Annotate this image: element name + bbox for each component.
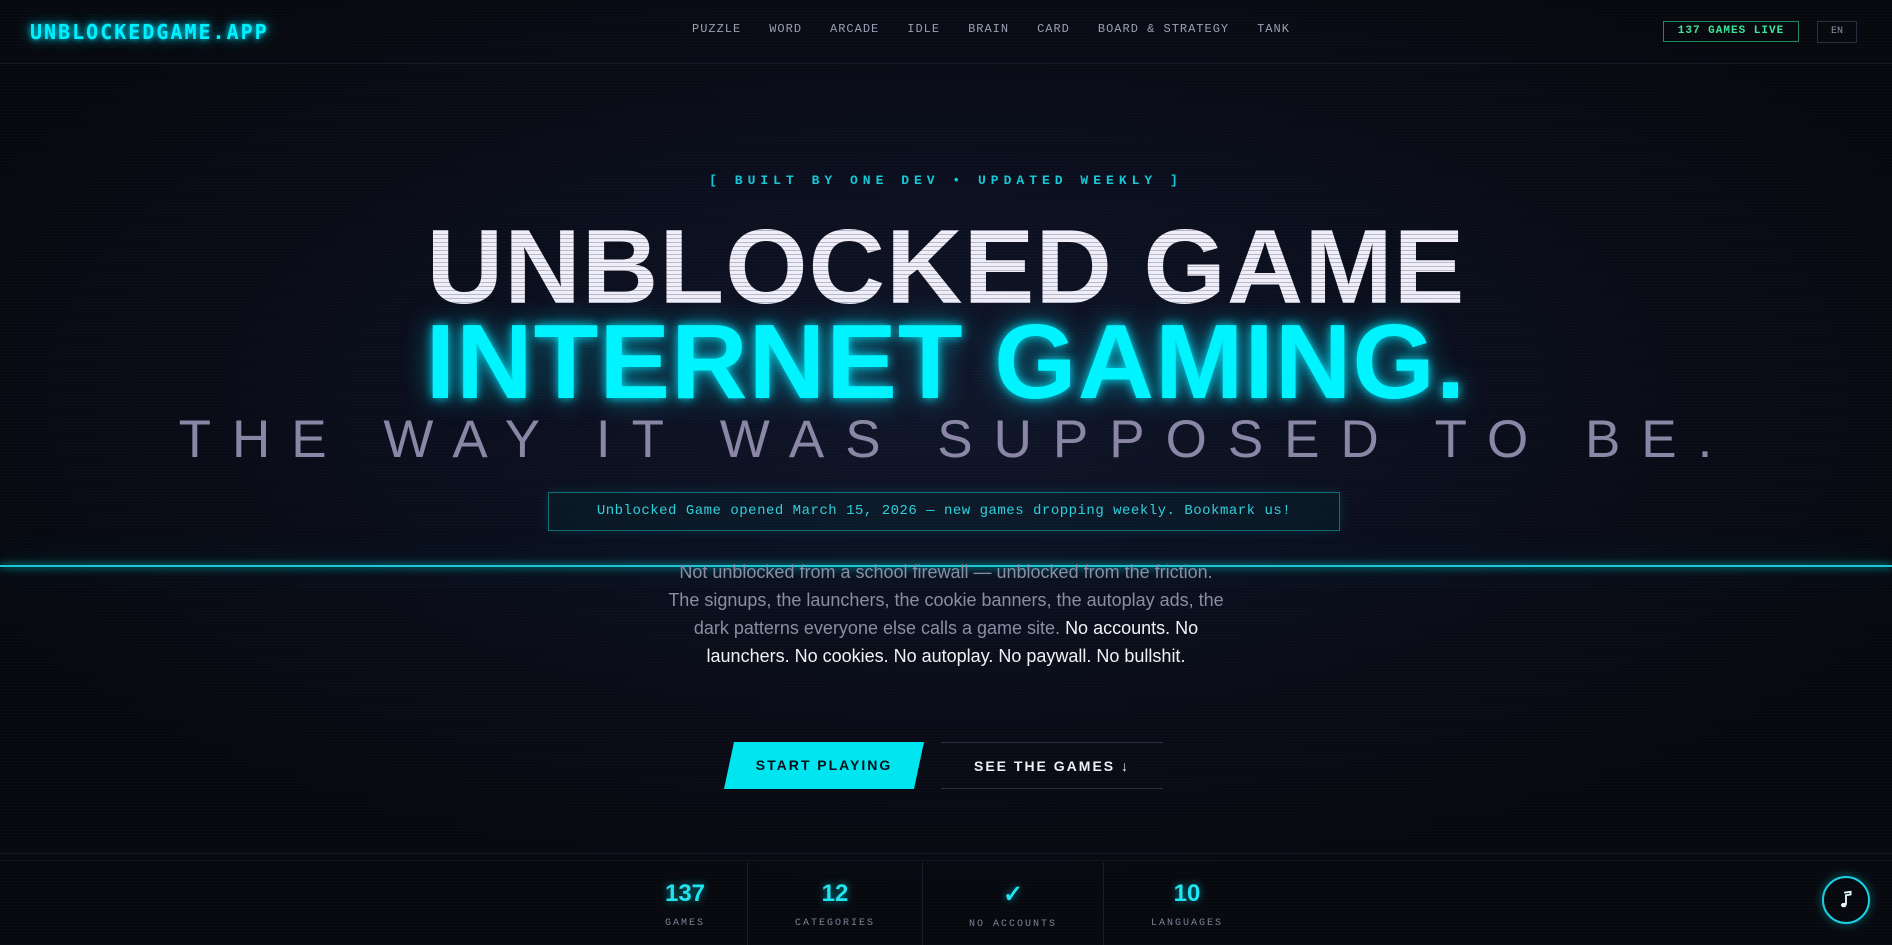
hero-kicker: [ BUILT BY ONE DEV • UPDATED WEEKLY ]	[709, 173, 1183, 188]
site-logo[interactable]: UNBLOCKEDGAME.APP	[30, 20, 269, 44]
nav-link-puzzle[interactable]: PUZZLE	[692, 22, 741, 36]
hero-tagline: THE WAY IT WAS SUPPOSED TO BE.	[178, 410, 1734, 469]
start-playing-button[interactable]: START PLAYING	[724, 742, 924, 789]
nav-link-word[interactable]: WORD	[769, 22, 802, 36]
stat-categories-value: 12	[821, 880, 849, 907]
hero-description: Not unblocked from a school firewall — u…	[668, 558, 1224, 670]
hero-title-line2: INTERNET GAMING.	[425, 303, 1467, 421]
nav-link-brain[interactable]: BRAIN	[968, 22, 1009, 36]
music-toggle-button[interactable]	[1822, 876, 1870, 924]
games-live-badge: 137 GAMES LIVE	[1663, 21, 1799, 42]
launch-notice: Unblocked Game opened March 15, 2026 — n…	[548, 492, 1340, 531]
stat-games-label: GAMES	[664, 918, 705, 929]
stat-languages: 10 LANGUAGES	[1104, 862, 1270, 945]
category-nav: PUZZLE WORD ARCADE IDLE BRAIN CARD BOARD…	[692, 22, 1318, 36]
top-nav: UNBLOCKEDGAME.APP PUZZLE WORD ARCADE IDL…	[0, 0, 1892, 64]
stat-games: 137 GAMES	[623, 862, 748, 945]
nav-link-idle[interactable]: IDLE	[907, 22, 940, 36]
stat-no-accounts-label: NO ACCOUNTS	[968, 919, 1057, 930]
music-note-icon	[1840, 890, 1852, 908]
stat-languages-label: LANGUAGES	[1150, 918, 1223, 929]
nav-link-card[interactable]: CARD	[1037, 22, 1070, 36]
nav-link-arcade[interactable]: ARCADE	[830, 22, 879, 36]
check-icon: ✓	[1002, 881, 1024, 908]
stat-categories: 12 CATEGORIES	[748, 862, 923, 945]
stat-languages-value: 10	[1173, 880, 1201, 907]
stat-games-value: 137	[664, 880, 706, 907]
language-selector[interactable]: EN	[1817, 21, 1857, 43]
nav-link-tank[interactable]: TANK	[1257, 22, 1290, 36]
nav-link-board-strategy[interactable]: BOARD & STRATEGY	[1098, 22, 1229, 36]
stat-categories-label: CATEGORIES	[794, 918, 875, 929]
see-the-games-button[interactable]: SEE THE GAMES ↓	[941, 742, 1163, 789]
page: UNBLOCKEDGAME.APP PUZZLE WORD ARCADE IDL…	[0, 0, 1892, 945]
stats-bar: 137 GAMES 12 CATEGORIES ✓ NO ACCOUNTS 10…	[0, 853, 1892, 945]
stat-no-accounts: ✓ NO ACCOUNTS	[923, 862, 1104, 945]
